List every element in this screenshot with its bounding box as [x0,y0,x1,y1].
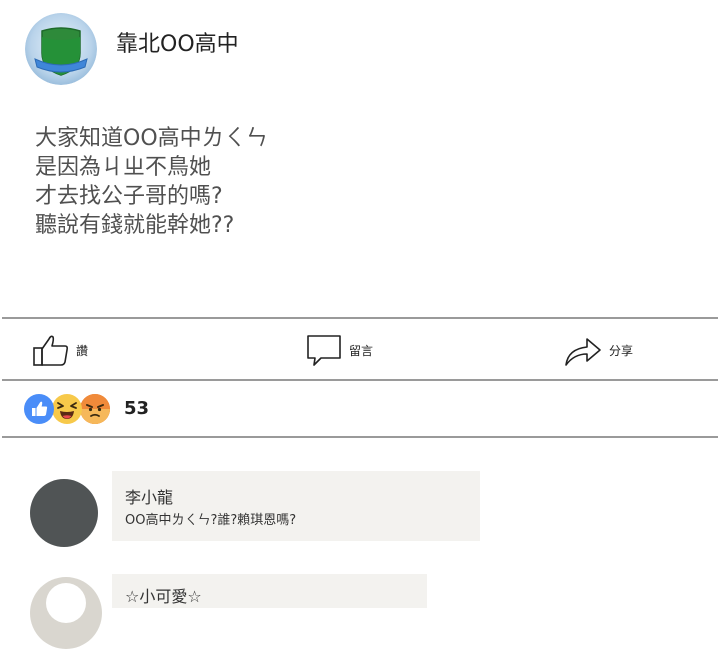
post-line: 是因為ㄐㄓ不鳥她 [35,155,212,180]
school-shield-logo [25,13,97,85]
share-button[interactable]: 分享 [563,332,633,368]
action-bar: 讚 留言 分享 [0,320,720,380]
reaction-summary[interactable]: 53 [24,394,324,426]
comment-button[interactable]: 留言 [305,332,373,368]
share-arrow-icon [565,338,601,366]
share-label: 分享 [609,343,634,358]
like-reaction-icon [24,394,54,424]
thumbs-up-icon [33,335,69,366]
post-text: 大家知道OO高中ㄌㄑㄣ 是因為ㄐㄓ不鳥她 才去找公子哥的嗎? 聽說有錢就能幹她?… [35,124,675,240]
haha-reaction-icon [52,394,82,424]
page-avatar[interactable] [25,13,97,85]
divider-middle [2,379,718,381]
speech-bubble-icon [307,335,341,366]
comment-label: 留言 [349,343,374,358]
post-line: 聽說有錢就能幹她?? [35,213,235,238]
like-label: 讚 [76,343,89,358]
commenter-avatar[interactable] [30,577,102,649]
post-line: 大家知道OO高中ㄌㄑㄣ [35,126,268,151]
post-line: 才去找公子哥的嗎? [35,184,223,209]
comment-text: OO高中ㄌㄑㄣ?誰?賴琪恩嗎? [125,513,297,528]
commenter-avatar[interactable] [30,479,98,547]
divider-top [2,317,718,319]
post-header: 靠北OO高中 [0,0,720,100]
divider-bottom [2,436,718,438]
reaction-count: 53 [124,398,150,419]
like-button[interactable]: 讚 [32,332,88,368]
page-name[interactable]: 靠北OO高中 [116,26,239,58]
comment-author[interactable]: 李小龍 [125,484,173,508]
avatar-silhouette-icon [46,583,86,623]
comment-bubble: ☆小可愛☆ [112,574,427,608]
comment-author[interactable]: ☆小可愛☆ [125,583,202,607]
angry-reaction-icon [80,394,110,424]
comment-bubble: 李小龍 OO高中ㄌㄑㄣ?誰?賴琪恩嗎? [112,471,480,541]
